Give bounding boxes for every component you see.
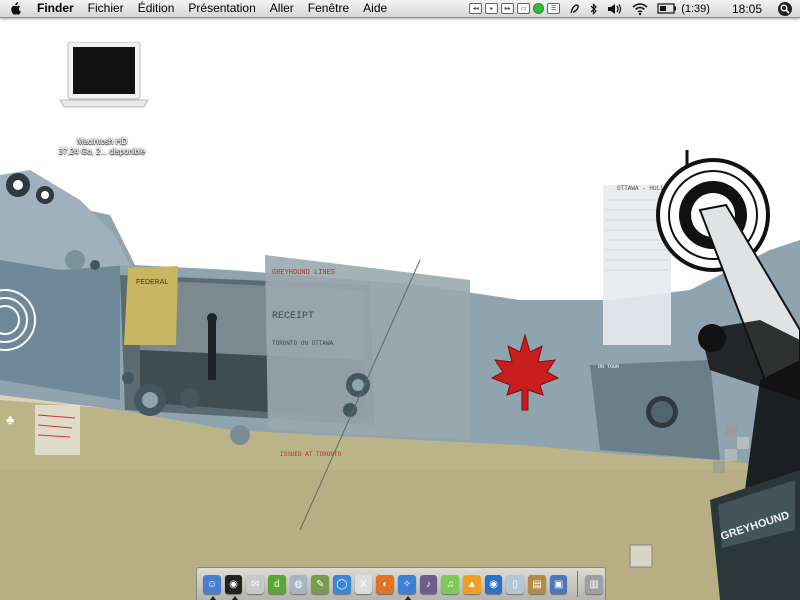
svg-text:♣: ♣ <box>6 412 15 427</box>
dock-glyph: ◯ <box>336 578 348 590</box>
app-dock-icon-3[interactable]: ▣ <box>549 574 568 594</box>
mail-dock-icon[interactable]: ✉ <box>246 574 265 594</box>
dock-glyph: ◉ <box>489 578 498 590</box>
battery-icon[interactable] <box>657 3 677 14</box>
pencil-app-dock-icon[interactable]: ✎ <box>311 574 330 594</box>
dock-glyph: ▯ <box>512 578 518 590</box>
dock: ☺ ◉ ✉ d ◍ ✎ ◯ X ◐ ✧ ♪ ♫ ▲ ◉ ▯ ▤ ▣ ▥ <box>196 567 606 600</box>
svg-text:TORONTO ON OTTAWA: TORONTO ON OTTAWA <box>272 340 334 347</box>
bluetooth-icon[interactable] <box>590 2 598 15</box>
app-dock-icon-1[interactable]: ◍ <box>289 574 308 594</box>
dock-glyph: ▤ <box>532 578 542 590</box>
svg-text:OTTAWA - HULL: OTTAWA - HULL <box>617 185 664 192</box>
volume-icon[interactable] <box>607 3 623 15</box>
svg-text:ON TOUR: ON TOUR <box>598 364 619 370</box>
svg-text:FEDERAL: FEDERAL <box>136 279 168 286</box>
clock[interactable]: 18:05 <box>732 2 762 16</box>
dock-glyph: ☺ <box>206 578 217 590</box>
hd-label: Macintosh HD <box>76 137 128 146</box>
menu-extra-icon[interactable]: ☰ <box>547 3 561 14</box>
dock-glyph: ▣ <box>553 578 564 590</box>
itunes-dock-icon[interactable]: ♫ <box>441 574 460 594</box>
status-dot-icon[interactable] <box>533 3 545 14</box>
dashboard-dock-icon[interactable]: ◉ <box>224 574 243 600</box>
wifi-icon[interactable] <box>632 2 648 15</box>
apple-menu-icon[interactable] <box>0 0 30 17</box>
spotlight-icon[interactable] <box>778 1 792 16</box>
menu-bar: Finder Fichier Édition Présentation Alle… <box>0 0 800 18</box>
menu-aller[interactable]: Aller <box>263 0 301 17</box>
forward-control-icon[interactable]: ▸▸ <box>501 3 515 14</box>
dock-separator <box>577 571 579 597</box>
x11-dock-icon[interactable]: X <box>354 574 373 594</box>
vlc-dock-icon[interactable]: ▲ <box>463 574 481 594</box>
play-control-icon[interactable]: ▸ <box>485 3 499 14</box>
safari-dock-icon[interactable]: ✧ <box>398 574 416 600</box>
menu-aide[interactable]: Aide <box>356 0 394 17</box>
dreamweaver-dock-icon[interactable]: d <box>268 574 286 594</box>
garageband-dock-icon[interactable]: ♪ <box>419 574 438 594</box>
dock-glyph: ▥ <box>589 578 599 590</box>
dock-glyph: ♪ <box>426 578 432 590</box>
dock-glyph: ✎ <box>316 578 325 590</box>
menu-fichier[interactable]: Fichier <box>81 0 131 17</box>
running-indicator <box>405 595 412 600</box>
dock-glyph: ✧ <box>402 578 412 590</box>
menu-fenetre[interactable]: Fenêtre <box>301 0 356 17</box>
dock-glyph: ◐ <box>382 578 389 590</box>
dock-glyph: X <box>360 578 367 590</box>
menu-finder[interactable]: Finder <box>30 0 81 17</box>
dock-glyph: d <box>274 578 280 590</box>
dock-glyph: ✉ <box>250 578 260 590</box>
status-area: ◂◂ ▸ ▸▸ ▭ ☰ (1:39) 18:05 <box>466 0 800 17</box>
script-icon[interactable] <box>569 3 581 15</box>
preview-dock-icon[interactable]: ▯ <box>506 574 525 594</box>
running-indicator <box>231 595 238 600</box>
ichat-dock-icon[interactable]: ◯ <box>333 574 351 594</box>
receipt-panel: RECEIPT GREYHOUND LINES TORONTO ON OTTAW… <box>265 255 470 458</box>
window-control-icon[interactable]: ▭ <box>517 3 531 14</box>
app-dock-icon-2[interactable]: ◉ <box>484 574 503 594</box>
dock-glyph: ◍ <box>294 578 303 590</box>
firefox-dock-icon[interactable]: ◐ <box>376 574 395 594</box>
laptop-drive-icon <box>59 41 149 108</box>
book-dock-icon[interactable]: ▤ <box>528 574 546 594</box>
dock-glyph: ♫ <box>446 578 454 590</box>
running-indicator <box>210 595 216 600</box>
menu-edition[interactable]: Édition <box>131 0 182 17</box>
ticket-card: FEDERAL <box>124 266 178 345</box>
hd-free-space: 37,24 Go, 2... disponible <box>58 147 146 156</box>
macintosh-hd-icon[interactable]: Macintosh HD 37,24 Go, 2... disponible <box>46 41 158 157</box>
finder-dock-icon[interactable]: ☺ <box>203 574 221 600</box>
svg-text:RECEIPT: RECEIPT <box>272 311 314 322</box>
menu-presentation[interactable]: Présentation <box>181 0 262 17</box>
dock-glyph: ◉ <box>229 578 238 590</box>
rewind-control-icon[interactable]: ◂◂ <box>469 3 483 14</box>
dock-glyph: ▲ <box>466 578 477 590</box>
trash-dock-icon[interactable]: ▥ <box>585 574 604 594</box>
svg-text:GREYHOUND LINES: GREYHOUND LINES <box>272 269 335 277</box>
battery-time[interactable]: (1:39) <box>681 3 710 15</box>
